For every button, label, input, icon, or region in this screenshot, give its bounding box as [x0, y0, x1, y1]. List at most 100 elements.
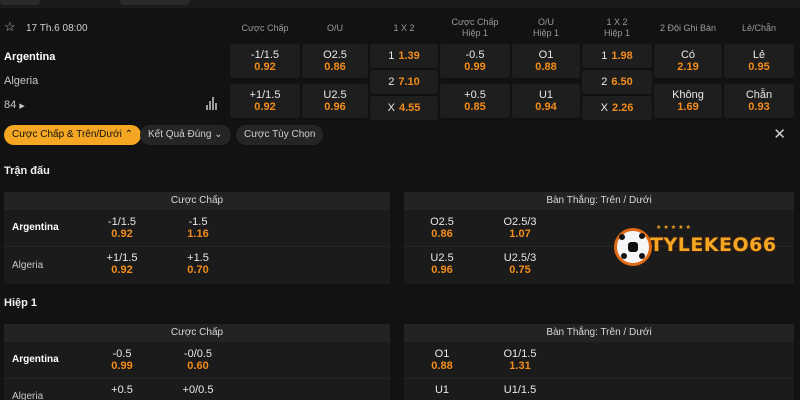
- odds-price: 1.69: [677, 101, 699, 113]
- odds-price: 1.07: [509, 228, 531, 240]
- total-goals-h1-panel: Bàn Thắng: Trên / Dưới O1 0.88 O1/1.5 1.31…: [404, 324, 794, 400]
- odds-option[interactable]: +0.5: [92, 384, 152, 396]
- odds-line: O2.5/3: [503, 216, 537, 228]
- stars-decoration: ★★★★★: [656, 225, 693, 231]
- odds-price: 0.92: [254, 61, 276, 73]
- odds-line: U1: [434, 384, 450, 396]
- outcome-key: 1: [388, 50, 395, 62]
- odds-option[interactable]: +0/0.5: [168, 384, 228, 396]
- odds-option[interactable]: U2.5/3 0.75: [490, 252, 550, 276]
- odds-line: -0/0.5: [183, 348, 213, 360]
- odds-line: +1/1.5: [106, 252, 138, 264]
- odds-line: +0.5: [464, 89, 486, 101]
- panel-header: Bàn Thắng: Trên / Dưới: [404, 324, 794, 342]
- panel-header: Cược Chấp: [4, 324, 390, 342]
- odds-cell-x[interactable]: X 4.55: [370, 96, 438, 120]
- odds-cell-over[interactable]: O2.5 0.86: [302, 44, 368, 78]
- odds-cell-2-h1[interactable]: 2 6.50: [582, 70, 652, 94]
- odds-line: +0.5: [111, 384, 133, 396]
- odds-option[interactable]: U1/1.5: [490, 384, 550, 396]
- odds-price: 1.16: [187, 228, 209, 240]
- odds-option[interactable]: U2.5 0.96: [412, 252, 472, 276]
- col-both-score: 2 Đội Ghi Bàn: [659, 23, 717, 33]
- match-date: 17 Th.6 08:00: [26, 23, 88, 34]
- tab-custom-bet[interactable]: Cược Tùy Chọn: [236, 125, 324, 145]
- odds-cell-handicap-h1-home[interactable]: -0.5 0.99: [440, 44, 510, 78]
- col-handicap-h1-line1: Cược Chấp: [451, 17, 499, 27]
- row-team: Argentina: [12, 354, 59, 365]
- odds-line: Chẵn: [745, 89, 773, 101]
- more-markets-link[interactable]: 84 ▶: [4, 99, 25, 111]
- odds-line: U2.5: [323, 89, 347, 101]
- col-ou: O/U: [326, 23, 343, 33]
- odds-line: -1.5: [188, 216, 208, 228]
- row-team: Argentina: [12, 222, 59, 233]
- stats-icon[interactable]: [206, 97, 218, 110]
- odds-line: +1/1.5: [249, 89, 281, 101]
- odds-option[interactable]: O1 0.88: [412, 348, 472, 372]
- odds-price: 0.99: [111, 360, 133, 372]
- odds-cell-handicap-home[interactable]: -1/1.5 0.92: [230, 44, 300, 78]
- odds-cell-over-h1[interactable]: O1 0.88: [512, 44, 580, 78]
- odds-line: -1/1.5: [107, 216, 137, 228]
- home-team: Argentina: [4, 51, 56, 63]
- odds-option[interactable]: -1.5 1.16: [168, 216, 228, 240]
- row-divider: [4, 378, 390, 379]
- odds-price: 2.19: [677, 61, 699, 73]
- odds-cell-both-no[interactable]: Không 1.69: [654, 84, 722, 118]
- odds-cell-under[interactable]: U2.5 0.96: [302, 84, 368, 118]
- away-team: Algeria: [4, 75, 39, 87]
- tab-handicap-ou[interactable]: Cược Chấp & Trên/Dưới ⌃: [4, 125, 142, 145]
- handicap-panel: Cược Chấp Argentina -1/1.5 0.92 -1.5 1.16 …: [4, 192, 390, 284]
- odds-price: 0.95: [748, 61, 770, 73]
- odds-price: 6.50: [611, 76, 633, 88]
- odds-cell-x-h1[interactable]: X 2.26: [582, 96, 652, 120]
- top-strip: [0, 0, 800, 8]
- odds-price: 0.85: [464, 101, 486, 113]
- tab-label: Cược Chấp & Trên/Dưới: [12, 129, 122, 140]
- odds-cell-handicap-h1-away[interactable]: +0.5 0.85: [440, 84, 510, 118]
- odds-price: 0.92: [111, 228, 133, 240]
- favorite-star-icon[interactable]: ☆: [4, 20, 18, 34]
- odds-line: -0.5: [465, 49, 485, 61]
- odds-cell-2[interactable]: 2 7.10: [370, 70, 438, 94]
- odds-price: 1.39: [398, 50, 420, 62]
- odds-line: -1/1.5: [250, 49, 280, 61]
- odds-price: 0.92: [254, 101, 276, 113]
- odds-option[interactable]: +1/1.5 0.92: [92, 252, 152, 276]
- odds-option[interactable]: O2.5/3 1.07: [490, 216, 550, 240]
- odds-line: Có: [680, 49, 696, 61]
- row-team: Algeria: [12, 391, 44, 400]
- odds-option[interactable]: U1: [412, 384, 472, 396]
- odds-cell-both-yes[interactable]: Có 2.19: [654, 44, 722, 78]
- close-icon[interactable]: ✕: [773, 126, 786, 144]
- odds-cell-odd[interactable]: Lẻ 0.95: [724, 44, 794, 78]
- odds-price: 0.88: [535, 61, 557, 73]
- odds-line: U2.5/3: [503, 252, 537, 264]
- soccer-ball-icon: [614, 228, 652, 266]
- odds-cell-handicap-away[interactable]: +1/1.5 0.92: [230, 84, 300, 118]
- odds-cell-even[interactable]: Chẵn 0.93: [724, 84, 794, 118]
- odds-option[interactable]: -1/1.5 0.92: [92, 216, 152, 240]
- odds-line: -0.5: [112, 348, 132, 360]
- odds-option[interactable]: -0.5 0.99: [92, 348, 152, 372]
- col-ou-h1: O/U Hiệp 1: [512, 17, 580, 39]
- col-ou-h1-line1: O/U: [537, 17, 554, 27]
- handicap-h1-panel: Cược Chấp Argentina -0.5 0.99 -0/0.5 0.60 …: [4, 324, 390, 400]
- col-handicap: Cược Chấp: [241, 23, 289, 33]
- odds-price: 0.88: [431, 360, 453, 372]
- odds-price: 0.86: [431, 228, 453, 240]
- chevron-down-icon: ⌄: [214, 129, 223, 140]
- tab-label: Cược Tùy Chọn: [244, 129, 316, 140]
- odds-option[interactable]: O1/1.5 1.31: [490, 348, 550, 372]
- odds-cell-1-h1[interactable]: 1 1.98: [582, 44, 652, 68]
- odds-cell-under-h1[interactable]: U1 0.94: [512, 84, 580, 118]
- odds-cell-1[interactable]: 1 1.39: [370, 44, 438, 68]
- odds-option[interactable]: O2.5 0.86: [412, 216, 472, 240]
- tab-correct-score[interactable]: Kết Quả Đúng ⌄: [140, 125, 231, 145]
- odds-option[interactable]: -0/0.5 0.60: [168, 348, 228, 372]
- section-title-half: Hiệp 1: [4, 297, 38, 309]
- odds-option[interactable]: +1.5 0.70: [168, 252, 228, 276]
- top-tab-placeholder[interactable]: [0, 0, 40, 5]
- top-tab-placeholder[interactable]: [120, 0, 190, 5]
